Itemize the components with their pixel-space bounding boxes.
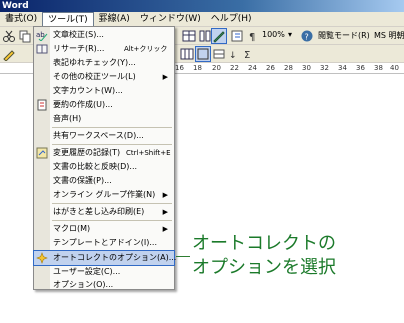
ruler-number: 18 — [193, 64, 202, 72]
menu-item-label: 要約の作成(U)... — [53, 100, 113, 109]
svg-text:Σ: Σ — [244, 50, 250, 61]
ruler-number: 36 — [356, 64, 365, 72]
menu-item-mail-merge[interactable]: はがきと差し込み印刷(E) ▶ — [34, 205, 174, 219]
submenu-arrow-icon: ▶ — [162, 73, 168, 81]
menu-item-label: オンライン グループ作業(N) — [53, 190, 156, 199]
svg-text:¶: ¶ — [249, 32, 255, 43]
submenu-arrow-icon: ▶ — [162, 225, 168, 233]
menu-item-options[interactable]: オプション(O)... — [34, 279, 174, 290]
menu-item-label: 共有ワークスペース(D)... — [53, 131, 144, 140]
menu-item-word-count[interactable]: 文字カウント(W)... — [34, 84, 174, 98]
menu-item-protect-document[interactable]: 文書の保護(P)... — [34, 174, 174, 188]
columns-icon[interactable] — [198, 29, 212, 43]
help-icon[interactable]: ? — [300, 29, 314, 43]
track-changes-icon — [36, 147, 48, 159]
research-icon — [36, 43, 48, 55]
ruler-number: 24 — [248, 64, 257, 72]
table-grid-icon[interactable] — [180, 47, 194, 61]
zoom-select[interactable]: 100% — [262, 30, 285, 39]
menu-item-label: リサーチ(R)... — [53, 44, 105, 53]
ruler-number: 30 — [302, 64, 311, 72]
copy-icon[interactable] — [18, 29, 32, 43]
spellcheck-icon: ab — [36, 29, 48, 42]
menu-item-label: オプション(O)... — [53, 280, 114, 289]
menu-window[interactable]: ウィンドウ(W) — [135, 12, 206, 26]
menu-item-autocorrect-options[interactable]: オートコレクトのオプション(A)... — [33, 250, 177, 266]
menu-item-label: 文字カウント(W)... — [53, 86, 123, 95]
window-title: Word — [2, 1, 29, 11]
ruler-number: 34 — [338, 64, 347, 72]
menu-tools[interactable]: ツール(T) — [42, 12, 94, 26]
menu-item-consistency-check[interactable]: 表記ゆれチェック(Y)... — [34, 56, 174, 70]
menu-item-label: オートコレクトのオプション(A)... — [53, 253, 177, 262]
menu-item-track-changes[interactable]: 変更履歴の記録(T) Ctrl+Shift+E — [34, 146, 174, 160]
ruler-number: 38 — [374, 64, 383, 72]
menu-bar: 書式(O) ツール(T) 罫線(A) ウィンドウ(W) ヘルプ(H) — [0, 12, 404, 27]
font-name-select[interactable]: MS 明朝 — [374, 30, 404, 41]
svg-text:?: ? — [305, 33, 309, 42]
ruler-number: 22 — [230, 64, 239, 72]
ruler-number: 26 — [266, 64, 275, 72]
menu-item-label: 文章校正(S)... — [53, 30, 104, 39]
tools-menu: ab 文章校正(S)... リサーチ(R)... Alt+クリック 表記ゆれチェ… — [33, 26, 177, 290]
menu-item-label: その他の校正ツール(L) — [53, 72, 136, 81]
reading-mode-button[interactable]: 閲覧モード(R) — [318, 30, 370, 41]
menu-item-online-collaboration[interactable]: オンライン グループ作業(N) ▶ — [34, 188, 174, 202]
menu-item-label: 文書の比較と反映(D)... — [53, 162, 138, 171]
menu-item-spellcheck[interactable]: ab 文章校正(S)... — [34, 28, 174, 42]
menu-item-label: テンプレートとアドイン(I)... — [53, 238, 157, 247]
callout-connector-line — [176, 256, 190, 257]
menu-help[interactable]: ヘルプ(H) — [206, 12, 257, 26]
ruler-number: 32 — [320, 64, 329, 72]
cut-icon[interactable] — [2, 29, 16, 43]
menu-item-macro[interactable]: マクロ(M) ▶ — [34, 222, 174, 236]
menu-item-other-proofing[interactable]: その他の校正ツール(L) ▶ — [34, 70, 174, 84]
document-map-icon[interactable] — [230, 29, 244, 43]
menu-item-label: 文書の保護(P)... — [53, 176, 112, 185]
menu-item-templates-addins[interactable]: テンプレートとアドイン(I)... — [34, 236, 174, 250]
submenu-arrow-icon: ▶ — [162, 208, 168, 216]
menu-item-label: マクロ(M) — [53, 224, 91, 233]
menu-item-label: ユーザー設定(C)... — [53, 267, 121, 276]
ruler-number: 20 — [212, 64, 221, 72]
menu-separator — [52, 127, 172, 128]
callout-line-2: オプションを選択 — [192, 257, 336, 278]
menu-item-autosummary[interactable]: 要約の作成(U)... — [34, 98, 174, 112]
show-formatting-icon[interactable]: ¶ — [246, 29, 260, 43]
menu-item-customize[interactable]: ユーザー設定(C)... — [34, 265, 174, 279]
menu-separator — [52, 220, 172, 221]
ruler-number: 28 — [284, 64, 293, 72]
menu-item-shared-workspace[interactable]: 共有ワークスペース(D)... — [34, 129, 174, 143]
autocorrect-icon — [36, 252, 48, 264]
pen-icon[interactable] — [2, 47, 16, 62]
menu-separator — [52, 144, 172, 145]
ruler-number: 16 — [175, 64, 184, 72]
menu-item-label: 変更履歴の記録(T) — [53, 148, 121, 157]
menu-table[interactable]: 罫線(A) — [94, 12, 135, 26]
menu-item-compare-merge[interactable]: 文書の比較と反映(D)... — [34, 160, 174, 174]
callout-line-1: オートコレクトの — [192, 233, 336, 254]
callout-annotation: オートコレクトの オプションを選択 — [192, 232, 336, 280]
menu-item-shortcut: Alt+クリック — [124, 45, 168, 53]
ruler-number: 40 — [390, 64, 399, 72]
autosum-icon[interactable]: Σ — [242, 47, 256, 61]
submenu-arrow-icon: ▶ — [162, 191, 168, 199]
menu-item-label: 表記ゆれチェック(Y)... — [53, 58, 136, 67]
menu-item-speech[interactable]: 音声(H) — [34, 112, 174, 126]
table-icon[interactable] — [182, 29, 196, 43]
menu-separator — [52, 203, 172, 204]
title-bar: Word — [0, 0, 404, 12]
borders-icon[interactable] — [195, 46, 211, 62]
drawing-icon[interactable] — [211, 28, 227, 44]
zoom-dropdown-icon[interactable]: ▾ — [288, 30, 292, 39]
summary-icon — [36, 99, 48, 111]
svg-text:↓: ↓ — [229, 51, 237, 61]
menu-item-research[interactable]: リサーチ(R)... Alt+クリック — [34, 42, 174, 56]
menu-item-label: 音声(H) — [53, 114, 82, 123]
insert-rows-icon[interactable] — [212, 47, 226, 61]
sort-icon[interactable]: ↓ — [228, 47, 242, 61]
menu-format[interactable]: 書式(O) — [0, 12, 42, 26]
menu-item-shortcut: Ctrl+Shift+E — [126, 149, 171, 157]
menu-item-label: はがきと差し込み印刷(E) — [53, 207, 145, 216]
